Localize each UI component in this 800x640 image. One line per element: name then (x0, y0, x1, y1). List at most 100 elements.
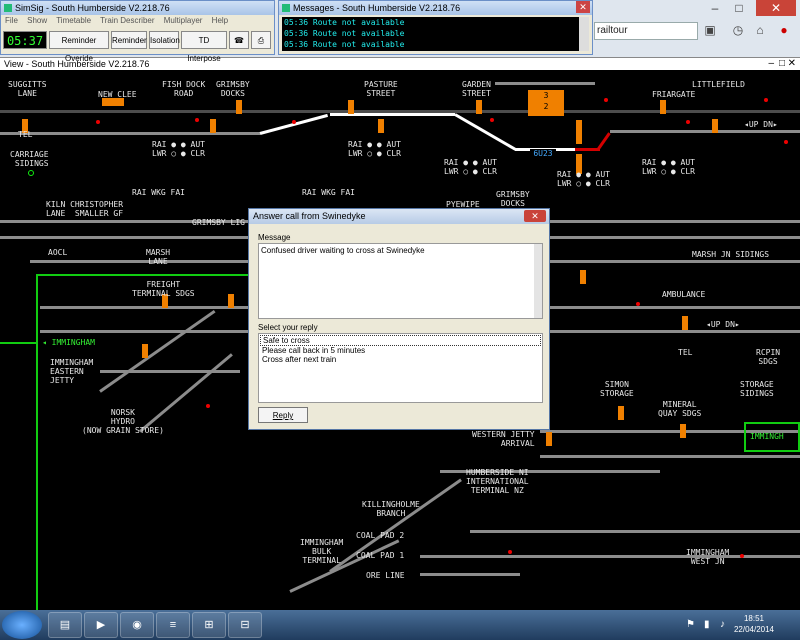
telephone-icon[interactable]: ☎ (229, 31, 249, 49)
label-humberside: HUMBERSIDE NI INTERNATIONAL TERMINAL NZ (466, 468, 529, 495)
label-western-jetty: WESTERN JETTY ARRIVAL (472, 430, 535, 448)
menu-help[interactable]: Help (212, 16, 228, 25)
signal[interactable] (580, 270, 586, 284)
minimize-icon[interactable]: – (704, 0, 726, 16)
system-time: 18:51 (743, 614, 764, 623)
berth-box[interactable]: 3 2 (528, 90, 564, 116)
browser-address-bar[interactable]: railtour (594, 22, 698, 40)
menu-file[interactable]: File (5, 16, 18, 25)
label-coal-pad-2: COAL PAD 2 (356, 531, 405, 540)
menu-multiplayer[interactable]: Multiplayer (164, 16, 203, 25)
signal[interactable] (210, 119, 216, 133)
flag-icon[interactable]: ⚑ (686, 619, 695, 630)
media-player-icon[interactable]: ▶ (84, 612, 118, 638)
track-occupied (596, 132, 611, 151)
network-icon[interactable]: ▮ (704, 619, 710, 630)
signal[interactable] (228, 294, 234, 308)
simsig-icon[interactable]: ≡ (156, 612, 190, 638)
maximize-icon[interactable]: □ (728, 0, 750, 16)
messages-list[interactable]: 05:36 Route not available 05:36 Route no… (282, 17, 580, 51)
reminder-button[interactable]: Reminder (111, 31, 147, 49)
label-immingham-west: IMMINGHAM WEST JN (686, 548, 730, 566)
signal-aspect (195, 118, 199, 122)
view-close-icon[interactable]: ✕ (788, 58, 796, 70)
explorer-icon[interactable]: ▤ (48, 612, 82, 638)
close-icon[interactable]: ✕ (756, 0, 796, 16)
reply-list[interactable]: Safe to cross Please call back in 5 minu… (258, 333, 543, 403)
simsig-icon[interactable]: ⊟ (228, 612, 262, 638)
reminder-overide-button[interactable]: Reminder Overide (49, 31, 109, 63)
label-new-clee: NEW CLEE (98, 90, 137, 99)
label-rai-aut: RAI ● ● AUT LWR ○ ● CLR (642, 158, 695, 176)
bookmark-icon[interactable]: ▣ (702, 22, 718, 38)
message-line: 05:36 Route not available (284, 40, 405, 49)
signal[interactable] (142, 344, 148, 358)
reply-option[interactable]: Please call back in 5 minutes (260, 346, 541, 355)
history-icon[interactable]: ◷ (730, 22, 746, 38)
signal[interactable] (476, 100, 482, 114)
messages-scrollbar[interactable] (579, 17, 589, 51)
label-garden-street: GARDEN STREET (462, 80, 491, 98)
label-freight-terminal: FREIGHT TERMINAL SDGS (132, 280, 195, 298)
menu-show[interactable]: Show (27, 16, 47, 25)
control-title: SimSig - South Humberside V2.218.76 (15, 3, 170, 13)
signal[interactable] (660, 100, 666, 114)
label-rai-aut: RAI ● ● AUT LWR ○ ● CLR (557, 170, 610, 188)
menu-train-describer[interactable]: Train Describer (100, 16, 154, 25)
label-fish-dock-road: FISH DOCK ROAD (162, 80, 206, 98)
label-friargate: FRIARGATE (652, 90, 696, 99)
home-icon[interactable]: ⌂ (752, 22, 768, 38)
signal-aspect (96, 120, 100, 124)
start-button[interactable] (2, 611, 42, 639)
dialog-title: Answer call from Swinedyke (253, 211, 366, 221)
signal[interactable] (576, 120, 582, 144)
immingham-box[interactable]: IMMINGH (744, 422, 800, 452)
signal[interactable] (682, 316, 688, 330)
addon-icon[interactable]: ● (776, 22, 792, 38)
reply-button[interactable]: Reply (258, 407, 308, 423)
signal[interactable] (680, 424, 686, 438)
printer-icon[interactable]: ⎙ (251, 31, 271, 49)
firefox-icon[interactable]: ◉ (120, 612, 154, 638)
label-aocl: AOCL (48, 248, 68, 257)
label-up-dn: ◂UP DN▸ (706, 320, 740, 329)
signal[interactable] (236, 100, 242, 114)
td-interpose-button[interactable]: TD Interpose (181, 31, 227, 63)
volume-icon[interactable]: ♪ (720, 619, 725, 630)
label-grimsby-docks: GRIMSBY DOCKS (216, 80, 250, 98)
label-rai-wkg-fai: RAI WKG FAI (302, 188, 355, 197)
signal[interactable] (712, 119, 718, 133)
signal-aspect (686, 120, 690, 124)
label-tel: TEL (18, 130, 33, 139)
signal[interactable] (378, 119, 384, 133)
label-grimsby-lig: GRIMSBY LIG (192, 218, 245, 227)
signal[interactable] (546, 432, 552, 446)
simsig-icon[interactable]: ⊞ (192, 612, 226, 638)
system-clock[interactable]: 18:51 22/04/2014 (734, 613, 774, 635)
game-clock: 05:37 (3, 31, 47, 49)
view-minimize-icon[interactable]: – (768, 58, 774, 70)
message-line: 05:36 Route not available (284, 18, 405, 27)
signal[interactable] (102, 98, 124, 106)
close-icon[interactable]: ✕ (524, 210, 546, 222)
train-berth[interactable]: 6U23 (530, 149, 556, 158)
message-line: 05:36 Route not available (284, 29, 405, 38)
view-maximize-icon[interactable]: □ (779, 58, 785, 70)
reply-option[interactable]: Cross after next train (260, 355, 541, 364)
isolation-button[interactable]: Isolation (149, 31, 180, 49)
message-text: Confused driver waiting to cross at Swin… (261, 246, 425, 255)
signal-aspect (636, 302, 640, 306)
close-icon[interactable]: ✕ (576, 1, 590, 13)
label-grimsby-docks: GRIMSBY DOCKS (496, 190, 530, 208)
label-suggitts-lane: SUGGITTS LANE (8, 80, 47, 98)
menu-timetable[interactable]: Timetable (56, 16, 91, 25)
signal-aspect (508, 550, 512, 554)
label-mineral-quay: MINERAL QUAY SDGS (658, 400, 702, 418)
control-menu: File Show Timetable Train Describer Mult… (1, 15, 274, 27)
signal[interactable] (618, 406, 624, 420)
track-segment (610, 130, 800, 133)
signal[interactable] (348, 100, 354, 114)
reply-option[interactable]: Safe to cross (260, 335, 541, 346)
message-scrollbar[interactable] (534, 244, 542, 318)
label-rai-wkg-fai: RAI WKG FAI (132, 188, 185, 197)
